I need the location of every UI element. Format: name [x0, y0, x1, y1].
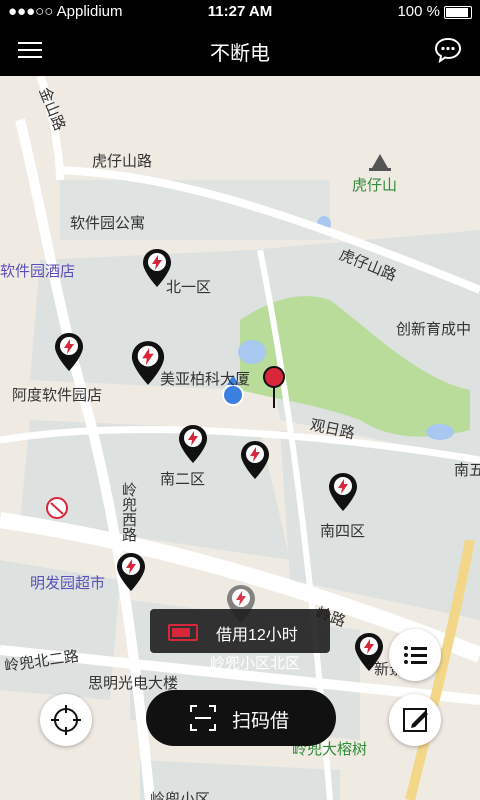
- place-label: 思明光电大楼: [88, 675, 179, 692]
- place-label: 软件园公寓: [70, 215, 146, 232]
- battery-percent: 100 %: [397, 3, 440, 20]
- list-icon: [404, 646, 427, 664]
- place-label: 南五: [454, 462, 480, 479]
- locate-button[interactable]: [40, 694, 92, 746]
- charging-station-pin[interactable]: [54, 332, 84, 372]
- charging-station-pin[interactable]: [178, 424, 208, 464]
- place-label: 南四区: [320, 523, 366, 540]
- chat-icon[interactable]: [434, 37, 462, 63]
- charging-station-pin[interactable]: [354, 632, 384, 672]
- place-label: 阿度软件园店: [12, 387, 103, 404]
- toast-text: 借用12小时: [216, 627, 298, 644]
- battery-status: 100 %: [397, 3, 472, 20]
- place-label: 创新育成中: [396, 321, 472, 338]
- charging-station-pin[interactable]: [142, 248, 172, 288]
- locate-icon: [51, 705, 81, 735]
- charging-station-pin[interactable]: [328, 472, 358, 512]
- scan-icon: [190, 705, 216, 731]
- battery-icon: [168, 624, 198, 641]
- battery-icon: [444, 5, 472, 19]
- scan-borrow-label: 扫码借: [232, 711, 290, 732]
- place-label: 岭兜小区: [150, 791, 211, 800]
- charging-station-pin[interactable]: [116, 552, 146, 592]
- nav-bar: 不断电: [0, 24, 480, 76]
- page-title: 不断电: [210, 43, 270, 65]
- edit-icon: [403, 708, 428, 732]
- place-label: 南二区: [160, 471, 206, 488]
- place-label: 岭兜小区北区: [210, 655, 301, 672]
- charging-station-pin[interactable]: [130, 340, 166, 386]
- scan-borrow-button[interactable]: 扫码借: [146, 690, 336, 746]
- road-label: 虎仔山路: [92, 153, 153, 170]
- charging-station-pin[interactable]: [240, 440, 270, 480]
- road-label: 岭兜西路: [120, 482, 137, 542]
- borrow-duration-toast: 借用12小时: [150, 609, 330, 653]
- feedback-button[interactable]: [389, 694, 441, 746]
- place-label: 美亚柏科大厦: [160, 371, 251, 388]
- status-bar: ●●●○○ Applidium 11:27 AM 100 %: [0, 0, 480, 24]
- place-label: 明发园超市: [30, 575, 106, 592]
- place-label: 北一区: [166, 279, 212, 296]
- list-button[interactable]: [389, 629, 441, 681]
- place-label: 虎仔山: [352, 177, 398, 194]
- place-label: 软件园酒店: [0, 263, 76, 280]
